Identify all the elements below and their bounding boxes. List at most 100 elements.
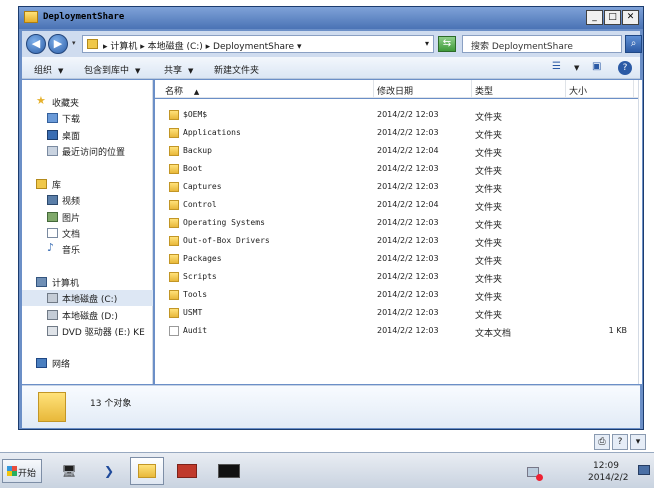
file-row[interactable]: Tools 2014/2/2 12:03 文件夹 [155, 286, 638, 304]
column-divider[interactable] [373, 80, 374, 98]
help-icon[interactable]: ? [618, 61, 632, 75]
forward-button[interactable]: ▶ [48, 34, 68, 54]
file-type: 文本文档 [475, 329, 512, 339]
file-date: 2014/2/2 12:03 [377, 164, 439, 173]
printer-icon[interactable]: ⎙ [594, 434, 610, 450]
file-name: Backup [183, 146, 212, 155]
column-header-type[interactable]: 类型 [475, 84, 493, 97]
file-type: 文件夹 [475, 113, 503, 123]
nav-computer-label: 计算机 [52, 279, 80, 289]
file-row[interactable]: Applications 2014/2/2 12:03 文件夹 [155, 124, 638, 142]
column-header-size[interactable]: 大小 [569, 84, 587, 97]
close-button[interactable]: ✕ [622, 10, 639, 25]
file-date: 2014/2/2 12:04 [377, 146, 439, 155]
nav-dvd-drive[interactable]: DVD 驱动器 (E:) KE [22, 323, 153, 339]
share-button[interactable]: 共享 ▼ [164, 63, 193, 76]
file-name: Applications [183, 128, 241, 137]
nav-dvd-drive-label: DVD 驱动器 (E:) KE [62, 328, 145, 338]
column-header-name-label: 名称 [165, 87, 184, 97]
toolbox-icon[interactable] [170, 457, 204, 485]
nav-network[interactable]: 网络 [22, 355, 153, 371]
nav-computer[interactable]: 计算机 [22, 274, 153, 290]
column-header-row: 名称 ▲ 修改日期 类型 大小 [155, 80, 638, 98]
refresh-button[interactable]: ⇆ [438, 36, 456, 52]
nav-libraries[interactable]: 库 [22, 176, 153, 192]
file-row[interactable]: Backup 2014/2/2 12:04 文件夹 [155, 142, 638, 160]
back-button[interactable]: ◀ [26, 34, 46, 54]
file-row[interactable]: Packages 2014/2/2 12:03 文件夹 [155, 250, 638, 268]
dropdown-icon[interactable]: ▾ [630, 434, 646, 450]
file-row[interactable]: USMT 2014/2/2 12:03 文件夹 [155, 304, 638, 322]
file-type: 文件夹 [475, 257, 503, 267]
show-desktop-icon[interactable] [638, 465, 650, 475]
start-button[interactable]: 开始 [2, 459, 42, 483]
details-pane: 13 个对象 [22, 385, 640, 428]
nav-libraries-label: 库 [52, 181, 62, 191]
command-prompt-icon[interactable] [212, 457, 246, 485]
folder-icon [169, 146, 179, 156]
file-row[interactable]: Out-of-Box Drivers 2014/2/2 12:03 文件夹 [155, 232, 638, 250]
file-name: Packages [183, 254, 222, 263]
nav-local-disk-c-label: 本地磁盘 (C:) [62, 295, 118, 305]
folder-icon [169, 290, 179, 300]
search-placeholder: 搜索 DeploymentShare [471, 42, 573, 52]
nav-music[interactable]: ♪ 音乐 [22, 241, 153, 257]
command-bar: 组织 ▼ 包含到库中 ▼ 共享 ▼ 新建文件夹 ☰ ▼ ▣ ? [22, 57, 640, 79]
file-type: 文件夹 [475, 203, 503, 213]
file-row[interactable]: Boot 2014/2/2 12:03 文件夹 [155, 160, 638, 178]
text-document-icon [169, 326, 179, 336]
address-dropdown-icon[interactable]: ▾ [425, 39, 429, 48]
column-header-date[interactable]: 修改日期 [377, 84, 413, 97]
address-path[interactable]: ▸ 计算机 ▸ 本地磁盘 (C:) ▸ DeploymentShare ▾ [103, 39, 301, 52]
nav-videos[interactable]: 视频 [22, 192, 153, 208]
share-label: 共享 [164, 66, 183, 76]
maximize-button[interactable]: □ [604, 10, 621, 25]
help-icon[interactable]: ? [612, 434, 628, 450]
column-divider[interactable] [565, 80, 566, 98]
nav-favorites[interactable]: ★ 收藏夹 [22, 94, 153, 110]
nav-network-label: 网络 [52, 360, 71, 370]
column-divider[interactable] [471, 80, 472, 98]
nav-recent[interactable]: 最近访问的位置 [22, 143, 153, 159]
system-clock[interactable]: 12:09 2014/2/2 [588, 460, 628, 484]
folder-icon [169, 200, 179, 210]
file-row[interactable]: Captures 2014/2/2 12:03 文件夹 [155, 178, 638, 196]
preview-pane-icon[interactable]: ▣ [592, 61, 601, 72]
nav-desktop[interactable]: 桌面 [22, 127, 153, 143]
new-folder-button[interactable]: 新建文件夹 [214, 63, 259, 76]
change-view-icon[interactable]: ☰ [552, 61, 561, 72]
explorer-taskbar-icon[interactable] [130, 457, 164, 485]
sort-asc-icon: ▲ [193, 88, 200, 96]
file-row[interactable]: Operating Systems 2014/2/2 12:03 文件夹 [155, 214, 638, 232]
address-bar[interactable]: ▸ 计算机 ▸ 本地磁盘 (C:) ▸ DeploymentShare ▾ ▾ [82, 35, 434, 53]
folder-icon [169, 182, 179, 192]
file-date: 2014/2/2 12:03 [377, 236, 439, 245]
title-bar[interactable]: DeploymentShare _ □ ✕ [19, 7, 643, 29]
column-header-name[interactable]: 名称 ▲ [165, 84, 199, 97]
file-row[interactable]: Scripts 2014/2/2 12:03 文件夹 [155, 268, 638, 286]
include-in-library-button[interactable]: 包含到库中 ▼ [84, 63, 140, 76]
search-icon[interactable]: ⌕ [625, 35, 642, 53]
file-name: Boot [183, 164, 203, 173]
view-dropdown-icon[interactable]: ▼ [574, 64, 579, 72]
folder-icon [169, 272, 179, 282]
search-input[interactable]: 搜索 DeploymentShare [462, 35, 622, 53]
server-manager-icon[interactable]: 🖥 [52, 457, 86, 485]
organize-button[interactable]: 组织 ▼ [34, 63, 63, 76]
file-row[interactable]: $OEM$ 2014/2/2 12:03 文件夹 [155, 106, 638, 124]
recent-pages-dropdown[interactable]: ▾ [72, 39, 76, 47]
network-disconnected-icon[interactable] [527, 467, 543, 481]
minimize-button[interactable]: _ [586, 10, 603, 25]
nav-local-disk-d[interactable]: 本地磁盘 (D:) [22, 307, 153, 323]
powershell-icon[interactable]: ❯ [92, 457, 126, 485]
folder-icon [87, 39, 98, 49]
nav-pictures[interactable]: 图片 [22, 209, 153, 225]
nav-local-disk-c[interactable]: 本地磁盘 (C:) [22, 290, 153, 306]
file-row[interactable]: Audit 2014/2/2 12:03 文本文档 1 KB [155, 322, 638, 340]
column-divider[interactable] [633, 80, 634, 98]
nav-downloads[interactable]: 下载 [22, 110, 153, 126]
file-type: 文件夹 [475, 185, 503, 195]
file-row[interactable]: Control 2014/2/2 12:04 文件夹 [155, 196, 638, 214]
file-date: 2014/2/2 12:03 [377, 308, 439, 317]
nav-documents[interactable]: 文档 [22, 225, 153, 241]
